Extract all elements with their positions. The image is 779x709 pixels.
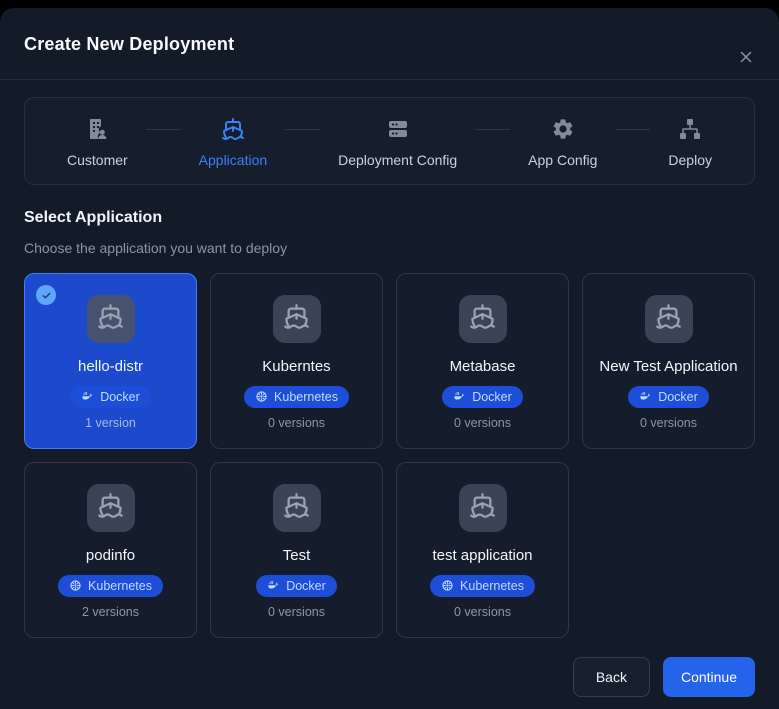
app-versions: 0 versions: [268, 604, 325, 619]
app-type-badge: Docker: [256, 574, 337, 597]
application-card-test[interactable]: Test Docker 0 versions: [210, 461, 383, 638]
building-user-icon: [85, 117, 109, 141]
application-grid: hello-distr Docker 1 version Kuberntes Kuber…: [24, 273, 755, 638]
application-card-hello-distr[interactable]: hello-distr Docker 1 version: [24, 273, 197, 449]
app-type-badge: Docker: [442, 385, 523, 408]
step-label: Deploy: [668, 152, 712, 168]
application-card-test-application[interactable]: test application Kubernetes 0 versions: [396, 461, 569, 638]
app-versions: 0 versions: [268, 415, 325, 430]
kubernetes-icon: [441, 579, 454, 592]
network-icon: [678, 117, 702, 141]
application-card-kuberntes[interactable]: Kuberntes Kubernetes 0 versions: [210, 273, 383, 449]
app-type-label: Kubernetes: [88, 578, 152, 593]
app-icon-box: [272, 295, 321, 343]
application-card-new-test-application[interactable]: New Test Application Docker 0 versions: [582, 273, 755, 449]
app-type-label: Docker: [472, 389, 512, 404]
app-type-label: Kubernetes: [460, 578, 524, 593]
docker-icon: [81, 390, 94, 403]
step-connector: [615, 129, 651, 130]
step-app-config[interactable]: App Config: [528, 117, 597, 168]
step-connector: [475, 129, 511, 130]
app-type-badge: Kubernetes: [430, 574, 535, 597]
app-icon-box: [458, 483, 507, 532]
step-label: Application: [198, 152, 268, 168]
step-label: App Config: [528, 152, 598, 168]
ship-icon: [221, 117, 245, 141]
step-label: Customer: [67, 152, 128, 168]
app-versions: 0 versions: [454, 415, 511, 430]
app-icon-box: [86, 483, 135, 532]
app-name: test application: [432, 546, 533, 564]
app-type-badge: Docker: [70, 385, 151, 408]
docker-icon: [267, 579, 280, 592]
app-versions: 0 versions: [640, 415, 697, 430]
step-customer[interactable]: Customer: [67, 117, 128, 168]
continue-button[interactable]: Continue: [662, 656, 755, 697]
step-label: Deployment Config: [338, 152, 458, 168]
kubernetes-icon: [69, 579, 82, 592]
docker-icon: [453, 390, 466, 403]
app-name: Test: [282, 546, 311, 564]
stepper: Customer Application Deployment Config App …: [24, 97, 755, 185]
app-icon-box: [644, 295, 693, 343]
ship-icon: [469, 303, 496, 335]
ship-icon: [97, 492, 124, 524]
app-type-label: Docker: [286, 578, 326, 593]
ship-icon: [283, 492, 310, 524]
server-icon: [386, 117, 410, 141]
ship-icon: [655, 303, 682, 335]
application-card-metabase[interactable]: Metabase Docker 0 versions: [396, 273, 569, 449]
app-versions: 1 version: [85, 415, 136, 430]
app-versions: 2 versions: [82, 604, 139, 619]
section-title: Select Application: [24, 209, 163, 226]
app-icon-box: [272, 483, 321, 532]
app-type-badge: Docker: [628, 385, 709, 408]
app-type-label: Docker: [658, 389, 698, 404]
section-subtitle: Choose the application you want to deplo…: [24, 240, 288, 256]
app-type-badge: Kubernetes: [58, 574, 163, 597]
create-deployment-modal: Create New Deployment Customer Applicatio…: [0, 8, 779, 709]
app-name: hello-distr: [77, 358, 144, 375]
step-deployment-config[interactable]: Deployment Config: [338, 117, 457, 168]
app-type-label: Docker: [100, 389, 140, 404]
back-button[interactable]: Back: [572, 656, 650, 697]
app-versions: 0 versions: [454, 604, 511, 619]
selected-check-icon: [36, 285, 56, 305]
ship-icon: [469, 492, 496, 524]
docker-icon: [639, 390, 652, 403]
step-deploy[interactable]: Deploy: [668, 117, 712, 168]
gear-icon: [551, 117, 575, 141]
app-name: Kuberntes: [262, 358, 331, 375]
application-card-podinfo[interactable]: podinfo Kubernetes 2 versions: [24, 461, 197, 638]
ship-icon: [97, 303, 124, 335]
footer: Back Continue: [24, 656, 755, 697]
x-icon: [737, 48, 755, 66]
app-name: Metabase: [449, 358, 516, 375]
step-application[interactable]: Application: [198, 117, 268, 168]
modal-content: Customer Application Deployment Config App …: [0, 80, 779, 697]
close-button[interactable]: [737, 48, 755, 66]
app-name: podinfo: [85, 546, 136, 564]
kubernetes-icon: [255, 390, 268, 403]
app-icon-box: [86, 295, 135, 343]
modal-header: Create New Deployment: [0, 8, 779, 80]
app-type-badge: Kubernetes: [244, 385, 349, 408]
ship-icon: [283, 303, 310, 335]
modal-title: Create New Deployment: [24, 34, 235, 54]
step-connector: [285, 129, 321, 130]
step-connector: [145, 129, 181, 130]
app-type-label: Kubernetes: [274, 389, 338, 404]
app-name: New Test Application: [599, 358, 738, 375]
app-icon-box: [458, 295, 507, 343]
